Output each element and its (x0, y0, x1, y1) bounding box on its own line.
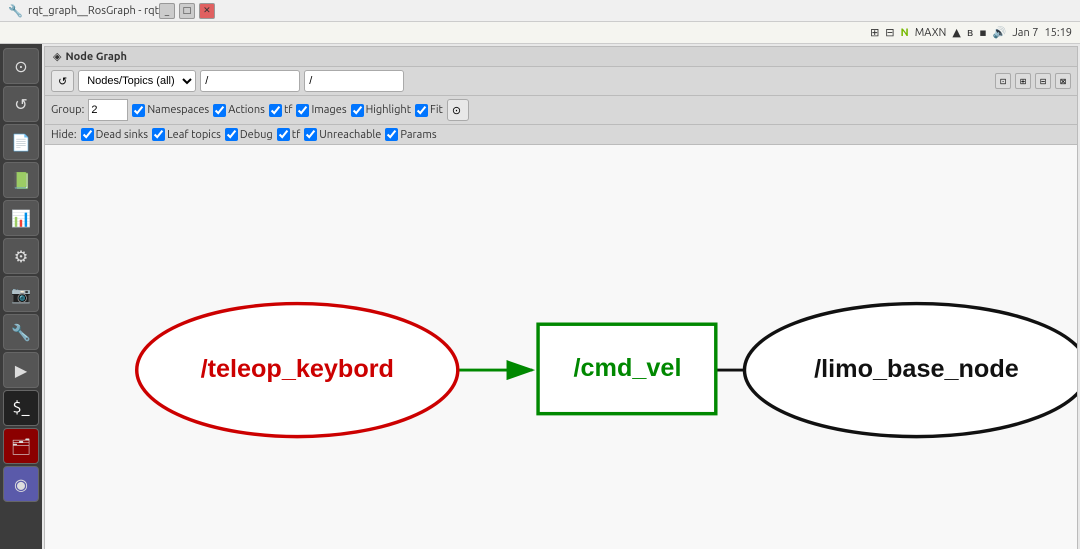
titlebar-title: rqt_graph__RosGraph - rqt (28, 5, 159, 17)
group-label: Group: (51, 104, 84, 116)
toolbar-row-1: ↺ Nodes/Topics (all) Nodes only Topics o… (45, 67, 1077, 96)
node-teleop-label: /teleop_keybord (201, 355, 394, 383)
sidebar-item-chart[interactable]: 📊 (3, 200, 39, 236)
titlebar-icon: 🔧 (8, 4, 23, 18)
panel-title: Node Graph (65, 51, 126, 63)
sidebar-item-play[interactable]: ▶ (3, 352, 39, 388)
checkbox-dead-sinks[interactable]: Dead sinks (81, 128, 149, 141)
system-tray-icon1: ⊞ (870, 26, 879, 39)
checkbox-unreachable[interactable]: Unreachable (304, 128, 381, 141)
refresh-button[interactable]: ↺ (51, 70, 74, 92)
main-layout: ⊙ ↺ 📄 📗 📊 ⚙ 📷 🔧 ▶ $_ 🗂 ◉ ◈ Node Graph ↺ … (0, 44, 1080, 549)
maximize-button[interactable]: □ (179, 3, 195, 19)
sidebar-item-settings[interactable]: ⚙ (3, 238, 39, 274)
graph-svg: /teleop_keybord /cmd_vel /limo_base_node (45, 145, 1077, 549)
maxn-label: MAXN (915, 27, 947, 39)
checkbox-leaf-topics[interactable]: Leaf topics (152, 128, 221, 141)
options-button[interactable]: ⊙ (447, 99, 469, 121)
sidebar-item-apps[interactable]: ◉ (3, 466, 39, 502)
checkbox-highlight[interactable]: Highlight (351, 104, 411, 117)
display-mode-select[interactable]: Nodes/Topics (all) Nodes only Topics onl… (78, 70, 196, 92)
checkbox-actions[interactable]: Actions (213, 104, 265, 117)
battery-icon: ▪ (979, 26, 986, 39)
checkbox-namespaces[interactable]: Namespaces (132, 104, 209, 117)
checkbox-fit[interactable]: Fit (415, 104, 443, 117)
checkbox-tf[interactable]: tf (269, 104, 293, 117)
sidebar-item-camera[interactable]: 📷 (3, 276, 39, 312)
nvidia-icon: N (901, 27, 909, 39)
system-tray-icon2: ⊟ (885, 26, 894, 39)
titlebar: 🔧 rqt_graph__RosGraph - rqt _ □ ✕ (0, 0, 1080, 22)
close-button[interactable]: ✕ (199, 3, 215, 19)
date-label: Jan 7 (1012, 27, 1038, 39)
sidebar-item-doc[interactable]: 📄 (3, 124, 39, 160)
wifi-icon: ▲ (952, 26, 960, 39)
sidebar-item-book[interactable]: 📗 (3, 162, 39, 198)
minimize-button[interactable]: _ (159, 3, 175, 19)
toolbar-row-3: Hide: Dead sinks Leaf topics Debug tf Un… (45, 125, 1077, 145)
resize-icon-2[interactable]: ⊞ (1015, 73, 1031, 89)
window-controls: _ □ ✕ (159, 3, 215, 19)
checkbox-debug[interactable]: Debug (225, 128, 273, 141)
sidebar-item-refresh[interactable]: ↺ (3, 86, 39, 122)
sidebar-item-tools[interactable]: 🔧 (3, 314, 39, 350)
graph-area[interactable]: /teleop_keybord /cmd_vel /limo_base_node (45, 145, 1077, 549)
resize-icon-1[interactable]: ⊡ (995, 73, 1011, 89)
system-bar: ⊞ ⊟ N MAXN ▲ ʙ ▪ 🔊 Jan 7 15:19 (0, 22, 1080, 44)
panel-header: ◈ Node Graph (45, 47, 1077, 67)
panel-header-icon: ◈ (53, 50, 61, 63)
hide-label: Hide: (51, 129, 77, 141)
node-cmd-vel-label: /cmd_vel (574, 354, 682, 382)
checkbox-params[interactable]: Params (385, 128, 436, 141)
node-limo-label: /limo_base_node (814, 355, 1019, 383)
bluetooth-icon: ʙ (967, 26, 973, 39)
toolbar-row-2: Group: Namespaces Actions tf Images High… (45, 96, 1077, 125)
resize-icon-4[interactable]: ⊠ (1055, 73, 1071, 89)
sidebar: ⊙ ↺ 📄 📗 📊 ⚙ 📷 🔧 ▶ $_ 🗂 ◉ (0, 44, 42, 549)
node-graph-panel: ◈ Node Graph ↺ Nodes/Topics (all) Nodes … (44, 46, 1078, 549)
checkbox-images[interactable]: Images (296, 104, 346, 117)
resize-icon-3[interactable]: ⊟ (1035, 73, 1051, 89)
group-spinbox[interactable] (88, 99, 128, 121)
filter1-input[interactable] (200, 70, 300, 92)
checkbox-tf2[interactable]: tf (277, 128, 301, 141)
speaker-icon: 🔊 (993, 26, 1007, 39)
content-area: ◈ Node Graph ↺ Nodes/Topics (all) Nodes … (42, 44, 1080, 549)
sidebar-item-files[interactable]: 🗂 (3, 428, 39, 464)
sidebar-item-terminal[interactable]: $_ (3, 390, 39, 426)
filter2-input[interactable] (304, 70, 404, 92)
sidebar-item-home[interactable]: ⊙ (3, 48, 39, 84)
time-label: 15:19 (1044, 27, 1072, 39)
